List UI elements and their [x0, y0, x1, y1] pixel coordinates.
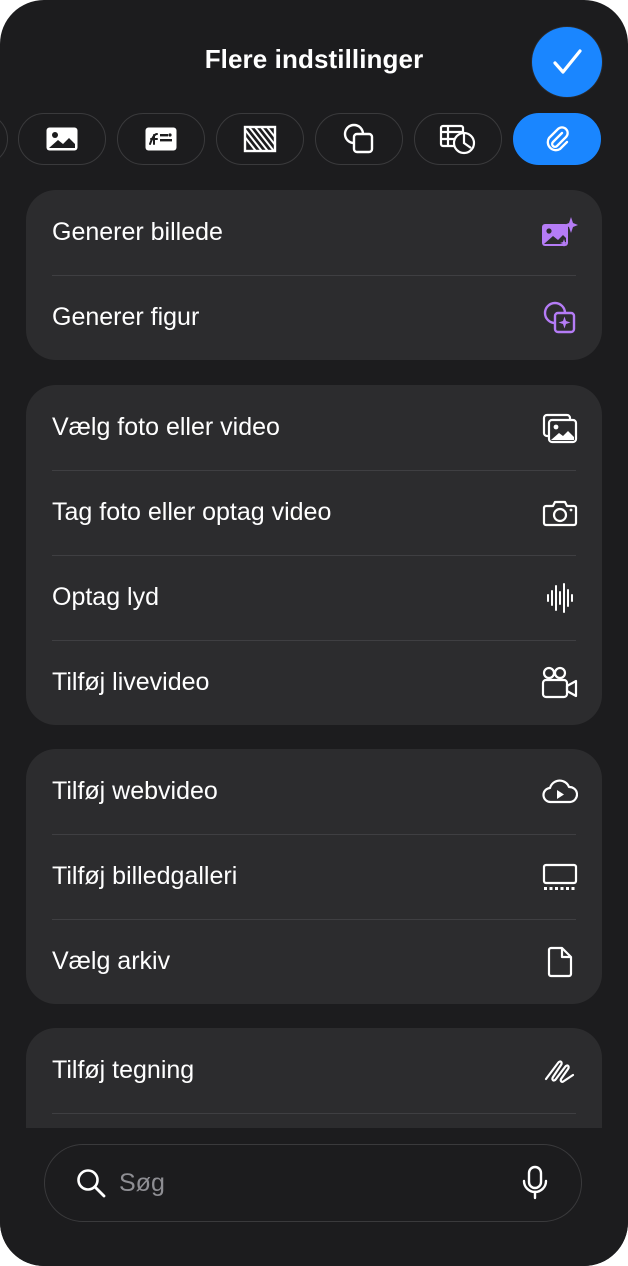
menu-item-generate-shape[interactable]: Generer figur: [26, 275, 602, 360]
tab-attachments[interactable]: [513, 113, 601, 165]
photos-icon: [540, 408, 580, 448]
generate-shape-icon: [540, 298, 580, 338]
menu-item-label: Vælg foto eller video: [52, 413, 280, 441]
shapes-icon: [343, 123, 374, 154]
menu-item-image-gallery[interactable]: Tilføj billedgalleri: [26, 834, 602, 919]
tab-media[interactable]: [18, 113, 106, 165]
cloud-play-icon: [540, 772, 580, 812]
menu-item-label: Vælg arkiv: [52, 947, 171, 975]
media-group: Vælg foto eller video Tag foto eller opt…: [26, 385, 602, 725]
tab-table-chart[interactable]: [414, 113, 502, 165]
generate-image-icon: [540, 213, 580, 253]
ai-generate-group: Generer billede Generer figur: [26, 190, 602, 360]
gallery-icon: [145, 127, 177, 151]
tab-gallery[interactable]: [117, 113, 205, 165]
menu-item-live-video[interactable]: Tilføj livevideo: [26, 640, 602, 725]
menu-item-label: Tag foto eller optag video: [52, 498, 332, 526]
menu-item-take-photo[interactable]: Tag foto eller optag video: [26, 470, 602, 555]
tab-shapes[interactable]: [315, 113, 403, 165]
menu-item-generate-image[interactable]: Generer billede: [26, 190, 602, 275]
done-button[interactable]: [532, 27, 602, 97]
insert-tab-bar: [0, 113, 628, 165]
menu-item-choose-file[interactable]: Vælg arkiv: [26, 919, 602, 1004]
document-icon: [540, 942, 580, 982]
paperclip-icon: [546, 126, 569, 152]
web-files-group: Tilføj webvideo Tilføj billedgalleri Væl…: [26, 749, 602, 1004]
menu-item-web-video[interactable]: Tilføj webvideo: [26, 749, 602, 834]
menu-item-add-drawing[interactable]: Tilføj tegning: [26, 1028, 602, 1113]
menu-item-label: Tilføj webvideo: [52, 777, 218, 805]
gallery-icon: [540, 857, 580, 897]
tab-partial[interactable]: [0, 113, 8, 165]
search-placeholder: Søg: [119, 1169, 165, 1197]
menu-item-label: Tilføj livevideo: [52, 668, 210, 696]
menu-item-label: Generer billede: [52, 218, 223, 246]
more-options-sheet: Flere indstillinger Generer billede Gene…: [0, 0, 628, 1266]
magnifying-glass-icon: [77, 1169, 106, 1198]
menu-item-label: Tilføj tegning: [52, 1056, 195, 1084]
waveform-icon: [540, 578, 580, 618]
menu-item-label: Optag lyd: [52, 583, 160, 611]
checkmark-icon: [553, 49, 582, 74]
camera-icon: [540, 493, 580, 533]
search-field[interactable]: Søg: [44, 1144, 582, 1222]
live-video-icon: [540, 663, 580, 703]
menu-item-label: Tilføj billedgalleri: [52, 862, 238, 890]
menu-item-record-audio[interactable]: Optag lyd: [26, 555, 602, 640]
menu-item-label: Generer figur: [52, 303, 200, 331]
hatched-fill-icon: [243, 125, 277, 153]
menu-item-choose-photo[interactable]: Vælg foto eller video: [26, 385, 602, 470]
table-chart-icon: [439, 124, 476, 155]
image-icon: [46, 127, 78, 151]
drawing-icon: [540, 1051, 580, 1091]
tab-fill[interactable]: [216, 113, 304, 165]
microphone-icon[interactable]: [519, 1165, 551, 1201]
